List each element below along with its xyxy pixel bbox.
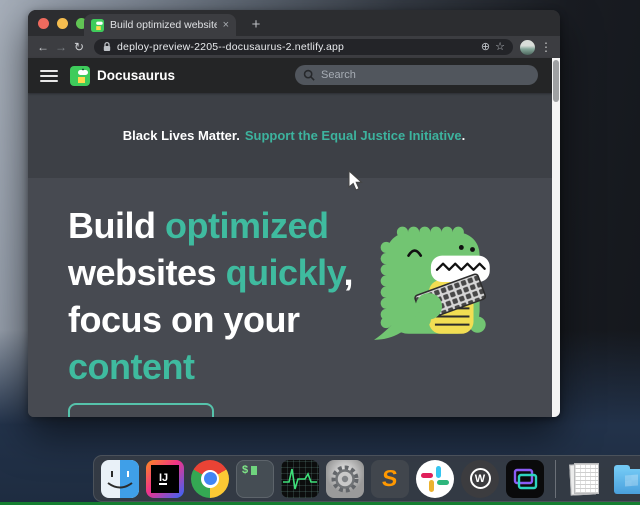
docusaurus-logo-icon	[70, 66, 90, 86]
hero-title: Build optimized websites quickly, focus …	[68, 202, 384, 390]
docusaurus-mascot-illustration	[372, 220, 506, 346]
system-preferences-icon[interactable]	[326, 460, 364, 498]
finder-icon[interactable]	[101, 460, 139, 498]
slack-icon[interactable]	[416, 460, 454, 498]
tab-title: Build optimized websites quick	[110, 19, 217, 31]
desktop: Build optimized websites quick × + ← → ↻…	[0, 0, 640, 505]
sublime-text-icon[interactable]: S	[371, 460, 409, 498]
chrome-icon[interactable]	[191, 460, 229, 498]
profile-avatar[interactable]	[520, 40, 535, 55]
search-box[interactable]	[295, 65, 538, 85]
back-icon[interactable]: ←	[34, 36, 52, 58]
hero-section: Build optimized websites quickly, focus …	[28, 178, 560, 417]
terminal-glyph: $	[242, 464, 248, 476]
url-text: deploy-preview-2205--docusaurus-2.netlif…	[117, 41, 476, 53]
forward-icon[interactable]: →	[52, 36, 70, 58]
page-zoom-icon[interactable]: ⊕	[481, 42, 490, 53]
intellij-idea-icon[interactable]: IJ	[146, 460, 184, 498]
tab-strip: Build optimized websites quick × +	[28, 10, 560, 36]
bookmark-star-icon[interactable]: ☆	[495, 42, 505, 53]
workplace-icon[interactable]: W	[461, 460, 499, 498]
dock: IJ $ S	[93, 455, 640, 502]
site-navbar: Docusaurus	[28, 58, 560, 93]
workplace-glyph: W	[475, 473, 485, 485]
downloads-folder-icon[interactable]	[612, 460, 640, 498]
announcement-link[interactable]: Support the Equal Justice Initiative	[245, 128, 462, 143]
mouse-cursor	[348, 170, 364, 192]
get-started-button[interactable]	[68, 403, 214, 417]
browser-menu-icon[interactable]: ⋮	[539, 36, 553, 58]
documents-stack-icon[interactable]	[567, 460, 605, 498]
lock-icon	[102, 41, 112, 53]
reload-icon[interactable]: ↻	[70, 36, 88, 58]
window-controls	[38, 18, 87, 29]
page-scrollbar[interactable]	[552, 58, 560, 417]
tab-close-icon[interactable]: ×	[223, 20, 229, 31]
announcement-bar: Black Lives Matter. Support the Equal Ju…	[28, 93, 560, 178]
search-icon	[303, 69, 315, 81]
hamburger-menu-icon[interactable]	[40, 70, 58, 82]
close-window-button[interactable]	[38, 18, 49, 29]
announcement-text: Black Lives Matter.	[123, 128, 240, 143]
activity-monitor-icon[interactable]	[281, 460, 319, 498]
announcement-suffix: .	[462, 128, 466, 143]
dock-divider	[555, 460, 556, 498]
browser-tab[interactable]: Build optimized websites quick ×	[84, 14, 236, 36]
address-bar[interactable]: deploy-preview-2205--docusaurus-2.netlif…	[94, 39, 513, 55]
scrollbar-thumb[interactable]	[553, 60, 559, 102]
new-tab-button[interactable]: +	[246, 15, 266, 35]
page-content: Docusaurus Black Lives Matter. Support t…	[28, 58, 560, 417]
site-title: Docusaurus	[97, 68, 175, 83]
minimize-window-button[interactable]	[57, 18, 68, 29]
browser-toolbar: ← → ↻ deploy-preview-2205--docusaurus-2.…	[28, 36, 560, 58]
browser-window: Build optimized websites quick × + ← → ↻…	[28, 10, 560, 417]
site-brand[interactable]: Docusaurus	[70, 66, 175, 86]
window-manager-icon[interactable]	[506, 460, 544, 498]
search-input[interactable]	[321, 69, 501, 81]
sublime-glyph: S	[381, 465, 399, 492]
terminal-icon[interactable]: $	[236, 460, 274, 498]
docusaurus-favicon	[91, 19, 104, 32]
